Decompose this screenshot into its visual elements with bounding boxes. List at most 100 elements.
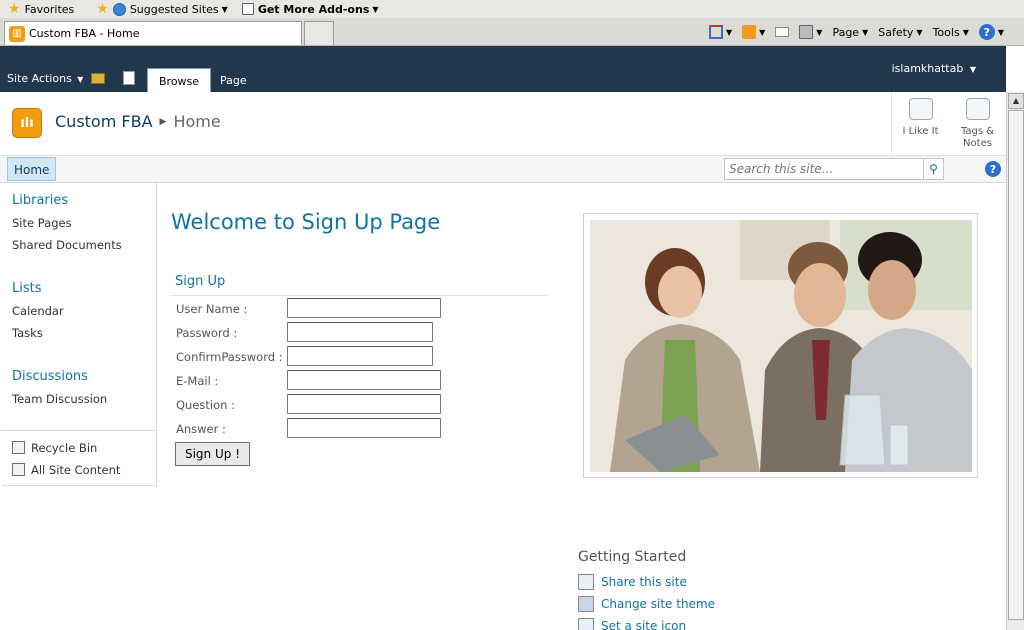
- home-icon: [708, 25, 723, 39]
- confirm-password-label: ConfirmPassword :: [176, 350, 283, 364]
- nav-team-discussion[interactable]: Team Discussion: [12, 392, 107, 406]
- username-label: User Name :: [176, 302, 248, 316]
- topnav-home-link[interactable]: Home: [7, 157, 57, 181]
- dropdown-caret-icon: ▼: [816, 27, 823, 37]
- username-input[interactable]: [287, 298, 441, 318]
- change-theme-link[interactable]: Change site theme: [578, 596, 715, 612]
- question-label: Question :: [176, 398, 235, 412]
- breadcrumb-separator-icon: ▶: [159, 116, 167, 127]
- ie-icon: [112, 2, 126, 16]
- search-button[interactable]: ⚲: [923, 158, 944, 180]
- search-icon: ⚲: [929, 162, 938, 176]
- tools-menu[interactable]: Tools ▼: [933, 26, 969, 39]
- share-site-link[interactable]: Share this site: [578, 574, 687, 590]
- vertical-scrollbar[interactable]: ▲: [1006, 92, 1024, 630]
- help-menu[interactable]: ? ▼: [978, 24, 1004, 40]
- safety-menu[interactable]: Safety ▼: [878, 26, 922, 39]
- title-area: ılı Custom FBA ▶ Home I Like It Tags & N…: [0, 92, 1006, 156]
- scroll-up-icon[interactable]: ▲: [1008, 93, 1024, 109]
- command-bar: ▼ ▼ ▼ Page ▼ Safety ▼ Tools ▼ ? ▼: [699, 22, 1004, 42]
- scroll-thumb[interactable]: [1008, 110, 1024, 620]
- browser-tab[interactable]: ▥ Custom FBA - Home: [4, 21, 302, 45]
- breadcrumb-site-link[interactable]: Custom FBA: [55, 112, 153, 131]
- social-buttons: I Like It Tags & Notes: [891, 92, 1006, 156]
- addon-icon: [241, 3, 254, 15]
- mail-icon: [775, 27, 790, 37]
- favorites-bar: ★ Favorites ★ Suggested Sites ▼ Get More…: [0, 0, 1024, 18]
- site-logo-icon[interactable]: ılı: [12, 108, 42, 138]
- get-addons-link[interactable]: Get More Add-ons ▼: [241, 3, 379, 16]
- nav-site-pages[interactable]: Site Pages: [12, 216, 72, 230]
- add-favorite-icon: ★: [96, 1, 109, 17]
- lists-header[interactable]: Lists: [12, 281, 42, 296]
- top-navigation: Home ⚲ ?: [0, 156, 1006, 183]
- site-icon-icon: [578, 618, 594, 630]
- sign-up-button[interactable]: Sign Up !: [175, 442, 250, 466]
- help-icon[interactable]: ?: [985, 161, 1001, 177]
- site-actions-menu[interactable]: Site Actions ▼: [7, 72, 83, 85]
- nav-calendar[interactable]: Calendar: [12, 304, 64, 318]
- team-photo-illustration: [590, 220, 972, 472]
- tab-browse[interactable]: Browse: [147, 68, 212, 92]
- favorites-button[interactable]: ★ Favorites: [0, 1, 74, 17]
- site-content-icon: [12, 463, 25, 476]
- tab-page[interactable]: Page: [209, 68, 258, 92]
- breadcrumb-current: Home: [173, 112, 221, 131]
- email-label: E-Mail :: [176, 374, 219, 388]
- site-favicon-icon: ▥: [9, 25, 25, 42]
- dropdown-caret-icon: ▼: [372, 4, 379, 14]
- dropdown-caret-icon: ▼: [862, 27, 869, 37]
- signup-section-title: Sign Up: [175, 274, 226, 289]
- dropdown-caret-icon: ▼: [77, 75, 84, 84]
- site-image-frame: [583, 213, 978, 478]
- answer-input[interactable]: [287, 418, 441, 438]
- set-site-icon-link[interactable]: Set a site icon: [578, 618, 686, 630]
- print-button[interactable]: ▼: [799, 25, 822, 39]
- getting-started-title: Getting Started: [578, 549, 687, 565]
- theme-icon: [578, 596, 594, 612]
- help-icon: ?: [978, 24, 995, 40]
- discussions-header[interactable]: Discussions: [12, 369, 88, 384]
- dropdown-caret-icon: ▼: [221, 4, 228, 14]
- browser-tab-bar: ▥ Custom FBA - Home ▼ ▼ ▼ Page ▼ Safety ▼ …: [0, 18, 1024, 46]
- signup-divider: [171, 295, 548, 296]
- read-mail-button[interactable]: [775, 27, 790, 37]
- nav-tasks[interactable]: Tasks: [12, 326, 43, 340]
- confirm-password-input[interactable]: [287, 346, 433, 366]
- dropdown-caret-icon: ▼: [969, 65, 976, 74]
- user-menu[interactable]: islamkhattab ▼: [892, 62, 976, 75]
- libraries-header[interactable]: Libraries: [12, 193, 68, 208]
- email-input[interactable]: [287, 370, 441, 390]
- password-label: Password :: [176, 326, 238, 340]
- answer-label: Answer :: [176, 422, 226, 436]
- nav-all-site-content[interactable]: All Site Content: [12, 463, 120, 477]
- feeds-button[interactable]: ▼: [742, 25, 765, 39]
- note-icon: [965, 98, 990, 120]
- rss-icon: [742, 25, 757, 39]
- question-input[interactable]: [287, 394, 441, 414]
- dropdown-caret-icon: ▼: [962, 27, 969, 37]
- nav-divider: [2, 430, 157, 431]
- navigate-up-icon[interactable]: [91, 73, 105, 84]
- star-icon: ★: [8, 1, 21, 17]
- search-input[interactable]: [724, 158, 924, 180]
- tag-icon: [908, 98, 933, 120]
- team-photo: [590, 220, 972, 472]
- nav-shared-documents[interactable]: Shared Documents: [12, 238, 122, 252]
- breadcrumb: Custom FBA ▶ Home: [55, 112, 221, 131]
- new-tab-button[interactable]: [304, 21, 334, 45]
- i-like-it-button[interactable]: I Like It: [892, 92, 949, 156]
- nav-recycle-bin[interactable]: Recycle Bin: [12, 441, 97, 455]
- dropdown-caret-icon: ▼: [725, 27, 733, 37]
- dropdown-caret-icon: ▼: [916, 27, 923, 37]
- tags-notes-button[interactable]: Tags & Notes: [949, 92, 1006, 156]
- dropdown-caret-icon: ▼: [997, 27, 1004, 37]
- print-icon: [799, 25, 814, 39]
- home-button[interactable]: ▼: [708, 25, 733, 39]
- page-title: Welcome to Sign Up Page: [171, 210, 441, 234]
- password-input[interactable]: [287, 322, 433, 342]
- edit-page-icon[interactable]: [123, 71, 135, 85]
- recycle-bin-icon: [12, 441, 25, 454]
- suggested-sites-link[interactable]: ★ Suggested Sites ▼: [88, 1, 228, 17]
- page-menu[interactable]: Page ▼: [832, 26, 868, 39]
